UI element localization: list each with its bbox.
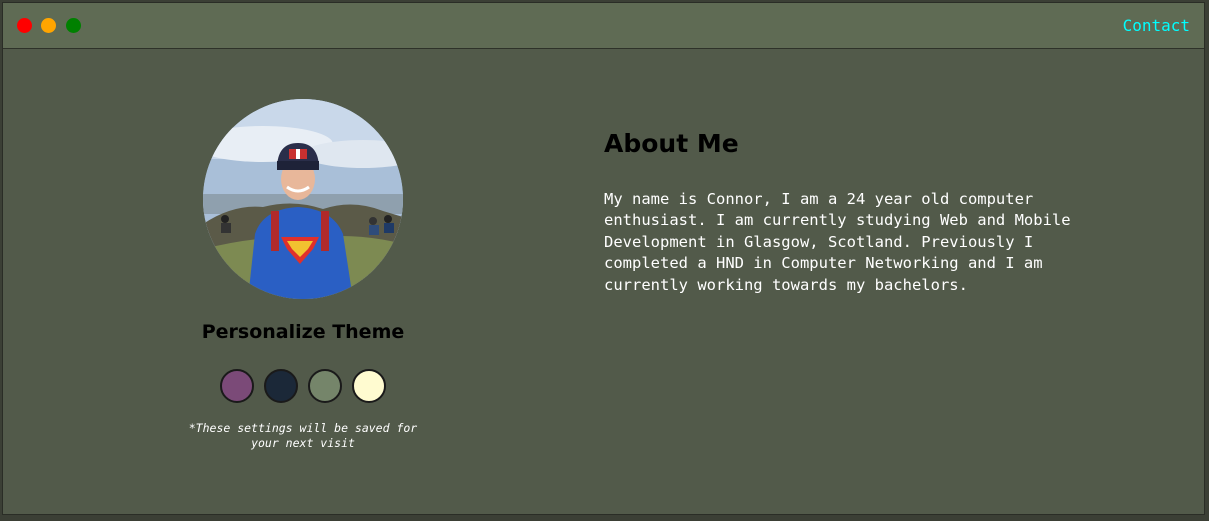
- theme-swatch-purple[interactable]: [220, 369, 254, 403]
- profile-photo-icon: [203, 99, 403, 299]
- maximize-window-button[interactable]: [66, 18, 81, 33]
- theme-swatch-cream[interactable]: [352, 369, 386, 403]
- about-title: About Me: [604, 129, 739, 158]
- profile-photo: [203, 99, 403, 299]
- theme-swatch-navy[interactable]: [264, 369, 298, 403]
- profile-panel: Personalize Theme *These settings will b…: [153, 99, 453, 451]
- theme-title: Personalize Theme: [201, 321, 405, 343]
- theme-swatch-sage[interactable]: [308, 369, 342, 403]
- about-section: About Me My name is Connor, I am a 24 ye…: [604, 129, 1104, 296]
- close-window-button[interactable]: [17, 18, 32, 33]
- about-text: My name is Connor, I am a 24 year old co…: [604, 190, 1071, 294]
- title-bar: Contact: [3, 3, 1204, 49]
- theme-swatches: [153, 369, 453, 403]
- browser-window: Contact Personalize Theme *These setting…: [2, 2, 1205, 515]
- contact-link[interactable]: Contact: [1123, 16, 1190, 35]
- minimize-window-button[interactable]: [41, 18, 56, 33]
- theme-save-note: *These settings will be saved for your n…: [188, 421, 418, 450]
